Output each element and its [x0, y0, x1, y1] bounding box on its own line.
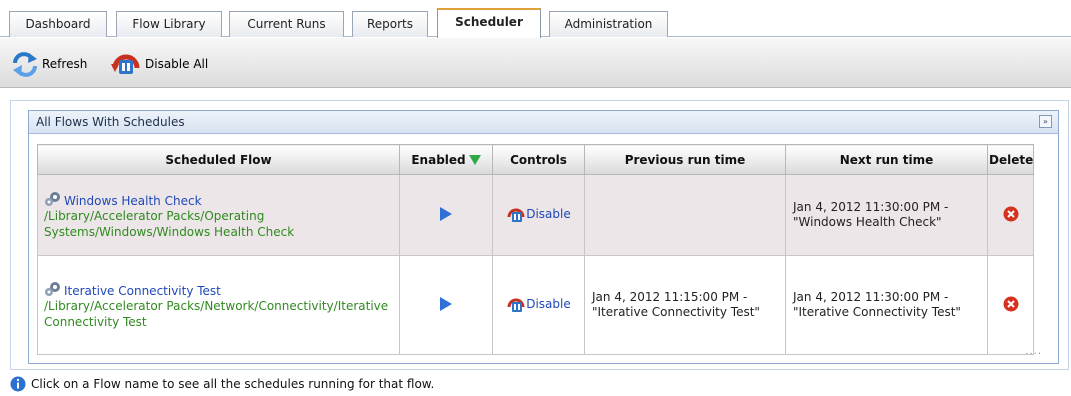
- col-delete[interactable]: Delete: [987, 144, 1034, 175]
- col-scheduled-flow[interactable]: Scheduled Flow: [37, 144, 400, 175]
- col-previous-run[interactable]: Previous run time: [584, 144, 786, 175]
- enabled-play-icon[interactable]: [439, 206, 453, 222]
- tab-bar: Dashboard Flow Library Current Runs Repo…: [0, 0, 1071, 38]
- disable-all-label: Disable All: [145, 57, 209, 71]
- sort-desc-icon: [468, 154, 481, 165]
- col-enabled-label: Enabled: [411, 152, 466, 167]
- col-next-run[interactable]: Next run time: [785, 144, 988, 175]
- tab-administration[interactable]: Administration: [549, 11, 668, 37]
- table-row: Iterative Connectivity Test /Library/Acc…: [37, 255, 1034, 355]
- disable-all-button[interactable]: Disable All: [109, 51, 208, 77]
- flow-name-link[interactable]: Windows Health Check: [64, 194, 202, 208]
- tab-current-runs[interactable]: Current Runs: [229, 11, 344, 37]
- enabled-play-icon[interactable]: [439, 296, 453, 312]
- tab-dashboard[interactable]: Dashboard: [9, 11, 107, 37]
- next-run-cell: Jan 4, 2012 11:30:00 PM - "Windows Healt…: [785, 174, 988, 256]
- tab-scheduler[interactable]: Scheduler: [437, 8, 541, 38]
- enabled-cell: [399, 255, 493, 355]
- flow-gears-icon: [45, 281, 60, 296]
- delete-cell: [987, 174, 1034, 256]
- disable-all-icon: [111, 54, 140, 74]
- enabled-cell: [399, 174, 493, 256]
- tab-flow-library[interactable]: Flow Library: [116, 11, 222, 37]
- refresh-button[interactable]: Refresh: [11, 51, 87, 77]
- panel-header: All Flows With Schedules »: [29, 111, 1058, 134]
- flow-path: /Library/Accelerator Packs/Network/Conne…: [44, 298, 389, 329]
- controls-cell: Disable: [492, 174, 585, 256]
- previous-run-cell: [584, 174, 786, 256]
- disable-icon: [507, 208, 525, 222]
- resize-grip[interactable]: ....: [1025, 346, 1042, 357]
- refresh-label: Refresh: [42, 57, 88, 71]
- disable-control[interactable]: Disable: [506, 295, 571, 313]
- disable-icon: [507, 298, 525, 312]
- info-message: Click on a Flow name to see all the sche…: [10, 376, 434, 392]
- controls-cell: Disable: [492, 255, 585, 355]
- next-run-cell: Jan 4, 2012 11:30:00 PM - "Iterative Con…: [785, 255, 988, 355]
- disable-link: Disable: [526, 296, 571, 311]
- panel-title: All Flows With Schedules: [36, 115, 185, 129]
- disable-control[interactable]: Disable: [506, 205, 571, 223]
- flow-name-link[interactable]: Iterative Connectivity Test: [64, 284, 221, 298]
- disable-link: Disable: [526, 206, 571, 221]
- delete-icon[interactable]: [1003, 296, 1019, 312]
- col-controls[interactable]: Controls: [492, 144, 585, 175]
- previous-run-cell: Jan 4, 2012 11:15:00 PM - "Iterative Con…: [584, 255, 786, 355]
- flow-cell: Iterative Connectivity Test /Library/Acc…: [37, 255, 400, 355]
- delete-cell: [987, 255, 1034, 355]
- col-enabled[interactable]: Enabled: [399, 144, 493, 175]
- flow-gears-icon: [45, 191, 60, 206]
- flow-path: /Library/Accelerator Packs/Operating Sys…: [44, 208, 295, 239]
- info-icon: [10, 376, 26, 392]
- flow-cell: Windows Health Check /Library/Accelerato…: [37, 174, 400, 256]
- schedules-table: Scheduled Flow Enabled Controls Previous…: [37, 144, 1034, 355]
- info-text: Click on a Flow name to see all the sche…: [31, 377, 435, 391]
- collapse-icon[interactable]: »: [1039, 115, 1052, 128]
- table-row: Windows Health Check /Library/Accelerato…: [37, 174, 1034, 256]
- tab-reports[interactable]: Reports: [352, 11, 428, 37]
- delete-icon[interactable]: [1003, 206, 1019, 222]
- schedules-panel: All Flows With Schedules » Scheduled Flo…: [28, 110, 1059, 364]
- toolbar: Refresh Disable All: [0, 38, 1071, 88]
- refresh-icon: [13, 52, 37, 77]
